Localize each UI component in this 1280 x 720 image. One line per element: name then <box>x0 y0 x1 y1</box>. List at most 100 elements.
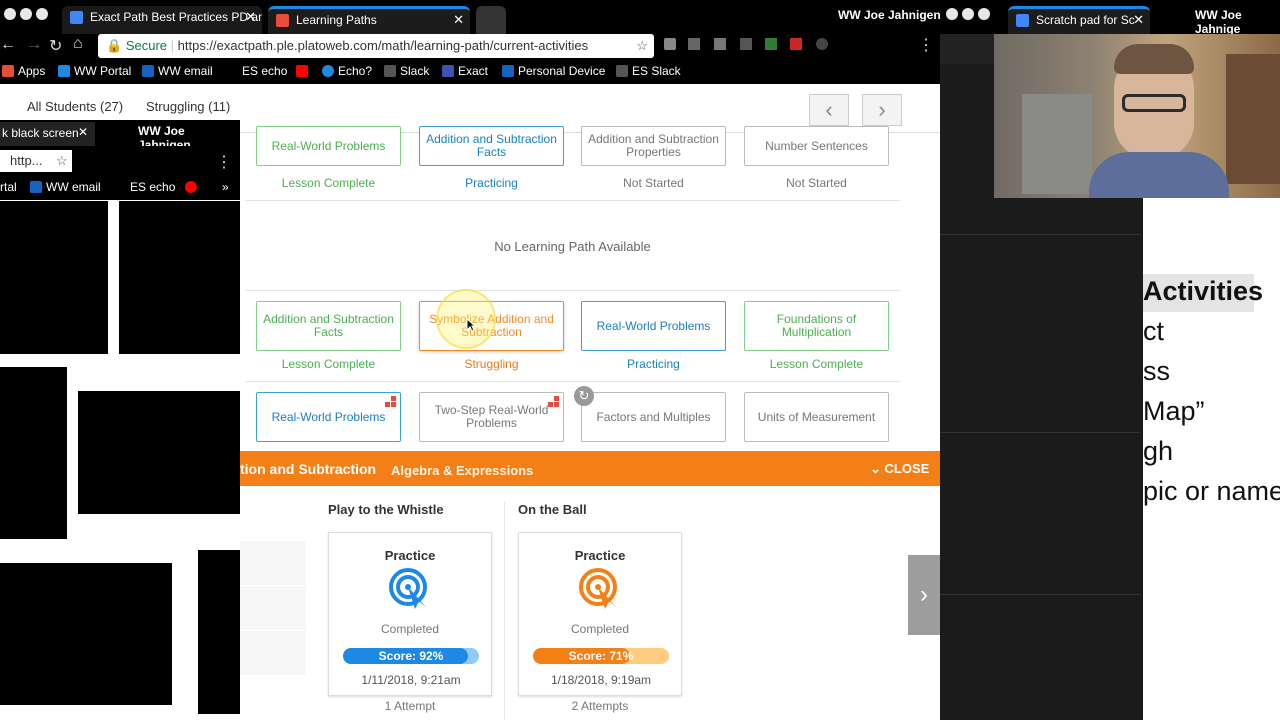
skill-card[interactable]: Two-Step Real-World Problems <box>419 392 564 442</box>
bookmark-es-echo[interactable]: ES echo <box>130 180 175 194</box>
skill-card[interactable]: Real-World Problems <box>256 126 401 166</box>
panel-subtitle: Algebra & Expressions <box>391 463 534 478</box>
tab-best-practices[interactable]: Exact Path Best Practices PD and ✕ <box>62 6 262 34</box>
bookmark-es-echo[interactable]: ES echo <box>242 64 287 78</box>
back-icon[interactable]: ← <box>0 36 16 54</box>
skill-card[interactable]: Real-World Problems <box>581 301 726 351</box>
window-close-dot[interactable] <box>4 8 16 20</box>
bookmark-personal-device[interactable]: Personal Device <box>502 64 605 78</box>
skill-status: Practicing <box>465 176 518 190</box>
skill-card[interactable]: Addition and Subtraction Properties <box>581 126 726 166</box>
profile-name[interactable]: WW Joe Jahnigen <box>838 8 941 22</box>
flag-icon <box>548 396 560 408</box>
skill-card[interactable]: Foundations of Multiplication <box>744 301 889 351</box>
more-bookmarks-icon[interactable]: » <box>222 180 229 194</box>
new-tab-button[interactable] <box>476 6 506 34</box>
skill-card[interactable]: Addition and Subtraction Facts <box>256 301 401 351</box>
extension-icon[interactable] <box>790 38 802 50</box>
activity-state: Completed <box>570 622 630 636</box>
apps-icon <box>2 65 14 77</box>
extension-icon[interactable] <box>765 38 777 50</box>
bookmark-es-slack[interactable]: ES Slack <box>616 64 681 78</box>
qr-icon[interactable] <box>714 38 726 50</box>
side-row <box>240 631 306 675</box>
activity-card[interactable]: Practice Completed Score: 92% 1/11/2018,… <box>328 532 492 696</box>
cast-icon[interactable] <box>740 38 752 50</box>
next-button[interactable]: › <box>862 94 902 126</box>
practice-target-icon <box>389 568 427 609</box>
extension-icon[interactable] <box>816 38 828 50</box>
black-screen <box>78 391 240 514</box>
bookmark-ww-portal[interactable]: rtal <box>0 180 17 194</box>
window-minimize-dot[interactable] <box>962 8 974 20</box>
prev-button[interactable]: ‹ <box>809 94 849 126</box>
black-screen <box>0 367 67 539</box>
skill-card[interactable]: Units of Measurement <box>744 392 889 442</box>
activity-date: 1/18/2018, 9:19am <box>550 673 652 687</box>
window-zoom-dot[interactable] <box>978 8 990 20</box>
chevron-down-icon: ⌄ <box>870 461 885 476</box>
filter-struggling[interactable]: Struggling (11) <box>146 99 230 114</box>
platoweb-icon <box>276 14 289 27</box>
outlook-icon <box>142 65 154 77</box>
star-icon[interactable]: ☆ <box>636 34 648 58</box>
activity-type: Practice <box>574 548 626 563</box>
activity-card[interactable]: Practice Completed Score: 71% 1/18/2018,… <box>518 532 682 696</box>
overlay-address-bar[interactable]: http... ☆ <box>0 150 72 172</box>
address-bar[interactable]: 🔒 Secure | https://exactpath.ple.platowe… <box>98 34 654 58</box>
slide-line: ss <box>1143 356 1170 386</box>
extension-icon[interactable] <box>688 38 700 50</box>
filter-all-students[interactable]: All Students (27) <box>27 99 123 114</box>
close-tab-icon[interactable]: ✕ <box>453 9 464 31</box>
chevron-right-icon: › <box>920 581 928 608</box>
skill-card[interactable]: Addition and Subtraction Facts <box>419 126 564 166</box>
tab-title: Learning Paths <box>296 13 377 27</box>
browser-toolbar: ← → ↻ ⌂ 🔒 Secure | https://exactpath.ple… <box>0 34 940 60</box>
close-panel-button[interactable]: ⌄ CLOSE <box>870 461 929 477</box>
bookmark-slack[interactable]: Slack <box>384 64 429 78</box>
refresh-icon[interactable]: ↻ <box>574 386 594 406</box>
score-label: Score: 92% <box>378 649 444 663</box>
youtube-icon[interactable] <box>296 64 312 78</box>
bookmark-echo[interactable]: Echo? <box>322 64 372 78</box>
window-zoom-dot[interactable] <box>36 8 48 20</box>
row-divider <box>245 290 900 291</box>
menu-icon[interactable]: ⋮ <box>918 35 934 55</box>
skill-card[interactable]: Number Sentences <box>744 126 889 166</box>
url-text: https://exactpath.ple.platoweb.com/math/… <box>177 38 589 53</box>
bookmark-apps[interactable]: Apps <box>2 64 45 78</box>
close-tab-icon[interactable]: ✕ <box>78 125 88 139</box>
tab-learning-paths[interactable]: Learning Paths ✕ <box>268 6 470 34</box>
forward-icon[interactable]: → <box>26 36 42 54</box>
close-tab-icon[interactable]: ✕ <box>1133 9 1144 31</box>
tab-scratch-pad[interactable]: Scratch pad for Sc ✕ <box>1008 6 1150 34</box>
skill-card[interactable]: Factors and Multiples <box>581 392 726 442</box>
black-screen <box>119 201 240 354</box>
home-icon[interactable]: ⌂ <box>73 35 83 53</box>
slide-line: gh <box>1143 436 1174 466</box>
extension-icon[interactable] <box>664 38 676 50</box>
bookmark-exact[interactable]: Exact <box>442 64 488 78</box>
mouse-cursor-icon <box>466 318 476 332</box>
panel-next-button[interactable]: › <box>908 555 940 635</box>
menu-icon[interactable]: ⋮ <box>216 152 232 172</box>
window-close-dot[interactable] <box>946 8 958 20</box>
reload-icon[interactable]: ↻ <box>49 36 62 56</box>
star-icon[interactable]: ☆ <box>56 150 68 172</box>
slack-icon <box>384 65 396 77</box>
close-tab-icon[interactable]: ✕ <box>245 6 256 28</box>
overlay-browser-window: k black screen ✕ WW Joe Jahnigen http...… <box>0 120 240 720</box>
youtube-icon[interactable] <box>185 180 201 194</box>
bookmark-ww-portal[interactable]: WW Portal <box>58 64 131 78</box>
profile-name[interactable]: WW Joe Jahnige <box>1195 8 1280 36</box>
activity-state: Completed <box>380 622 440 636</box>
slide-line: ct <box>1143 316 1165 346</box>
bookmark-ww-email[interactable]: WW email <box>30 180 101 194</box>
bookmark-ww-email[interactable]: WW email <box>142 64 213 78</box>
person-shirt <box>1089 152 1229 198</box>
skill-card[interactable]: Real-World Problems <box>256 392 401 442</box>
window-minimize-dot[interactable] <box>20 8 32 20</box>
divider <box>940 432 1140 433</box>
bookmark-icon <box>502 65 514 77</box>
black-screen <box>0 563 172 705</box>
